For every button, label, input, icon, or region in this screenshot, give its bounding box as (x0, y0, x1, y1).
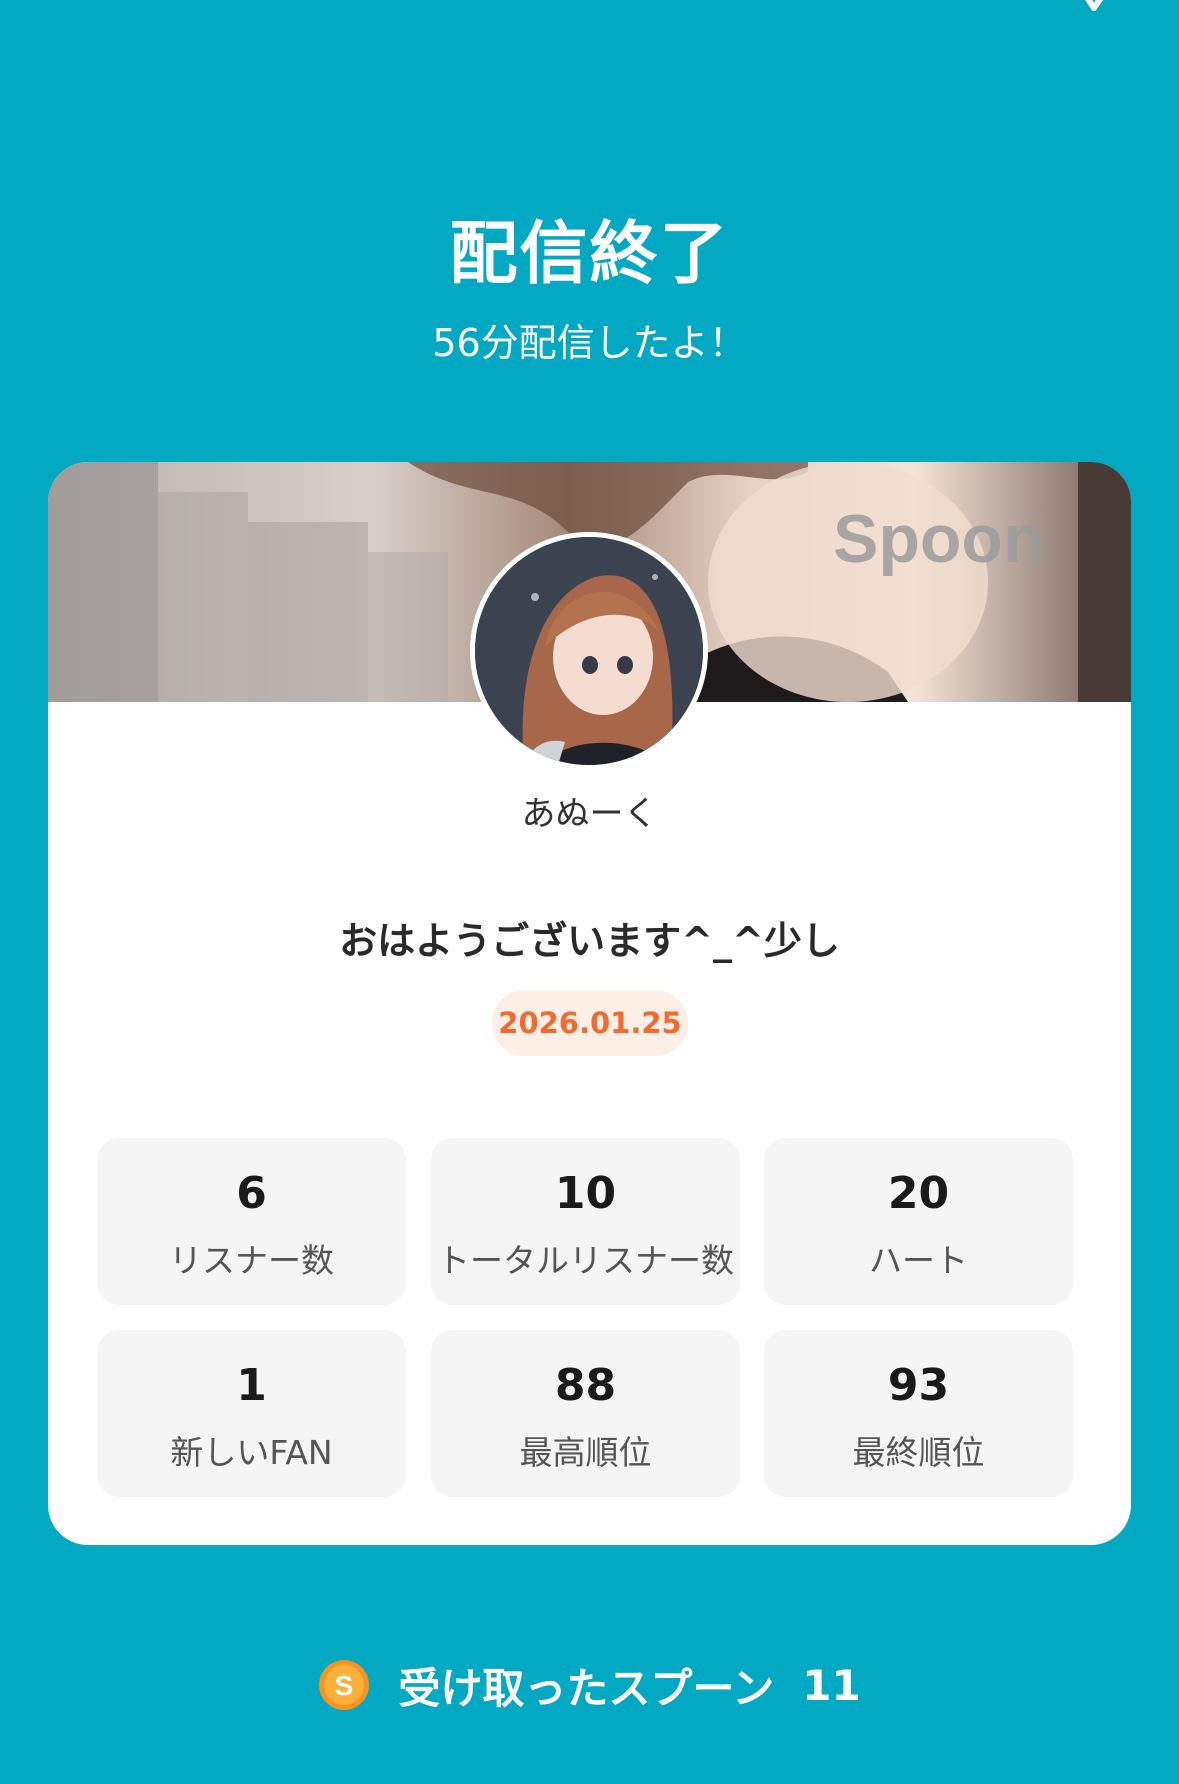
stat-label: 新しいFAN (170, 1433, 333, 1472)
avatar[interactable] (470, 532, 708, 770)
stat-value: 6 (236, 1168, 267, 1219)
stat-label: 最高順位 (519, 1433, 652, 1472)
svg-text:S: S (335, 1670, 354, 1701)
stat-label: 最終順位 (852, 1433, 985, 1472)
stat-listeners: 6 リスナー数 (97, 1138, 406, 1305)
stat-value: 1 (236, 1360, 267, 1411)
stat-total-listeners: 10 トータルリスナー数 (431, 1138, 740, 1305)
stat-label: ハート (869, 1241, 968, 1280)
duration-text: 56分配信したよ！ (432, 321, 747, 365)
received-count: 11 (802, 1660, 861, 1710)
stat-new-fans: 1 新しいFAN (97, 1330, 406, 1497)
stat-value: 88 (554, 1360, 617, 1411)
username: あぬーく (521, 794, 658, 834)
live-title: おはようございます^_^少し (339, 919, 840, 963)
stat-highest-rank: 88 最高順位 (431, 1330, 740, 1497)
stat-value: 20 (887, 1168, 950, 1219)
stat-final-rank: 93 最終順位 (764, 1330, 1073, 1497)
close-button[interactable] (1058, 0, 1128, 22)
received-label: 受け取ったスプーン (398, 1663, 775, 1713)
stat-label: リスナー数 (169, 1241, 334, 1280)
avatar-image (475, 537, 703, 765)
broadcast-end-screen: 配信終了 56分配信したよ！ Spoon あぬーく おはようございます^_^少し… (0, 0, 1179, 1784)
stat-hearts: 20 ハート (764, 1138, 1073, 1305)
date-badge: 2026.01.25 (492, 990, 688, 1056)
received-spoons: S 受け取ったスプーン 11 (0, 1650, 1179, 1720)
stat-value: 10 (554, 1168, 617, 1219)
close-icon (1085, 0, 1103, 11)
brand-watermark: Spoon (833, 501, 1045, 577)
stat-value: 93 (887, 1360, 950, 1411)
stat-label: トータルリスナー数 (437, 1241, 734, 1280)
spoon-coin-icon: S (319, 1660, 370, 1710)
page-title: 配信終了 (449, 215, 730, 294)
